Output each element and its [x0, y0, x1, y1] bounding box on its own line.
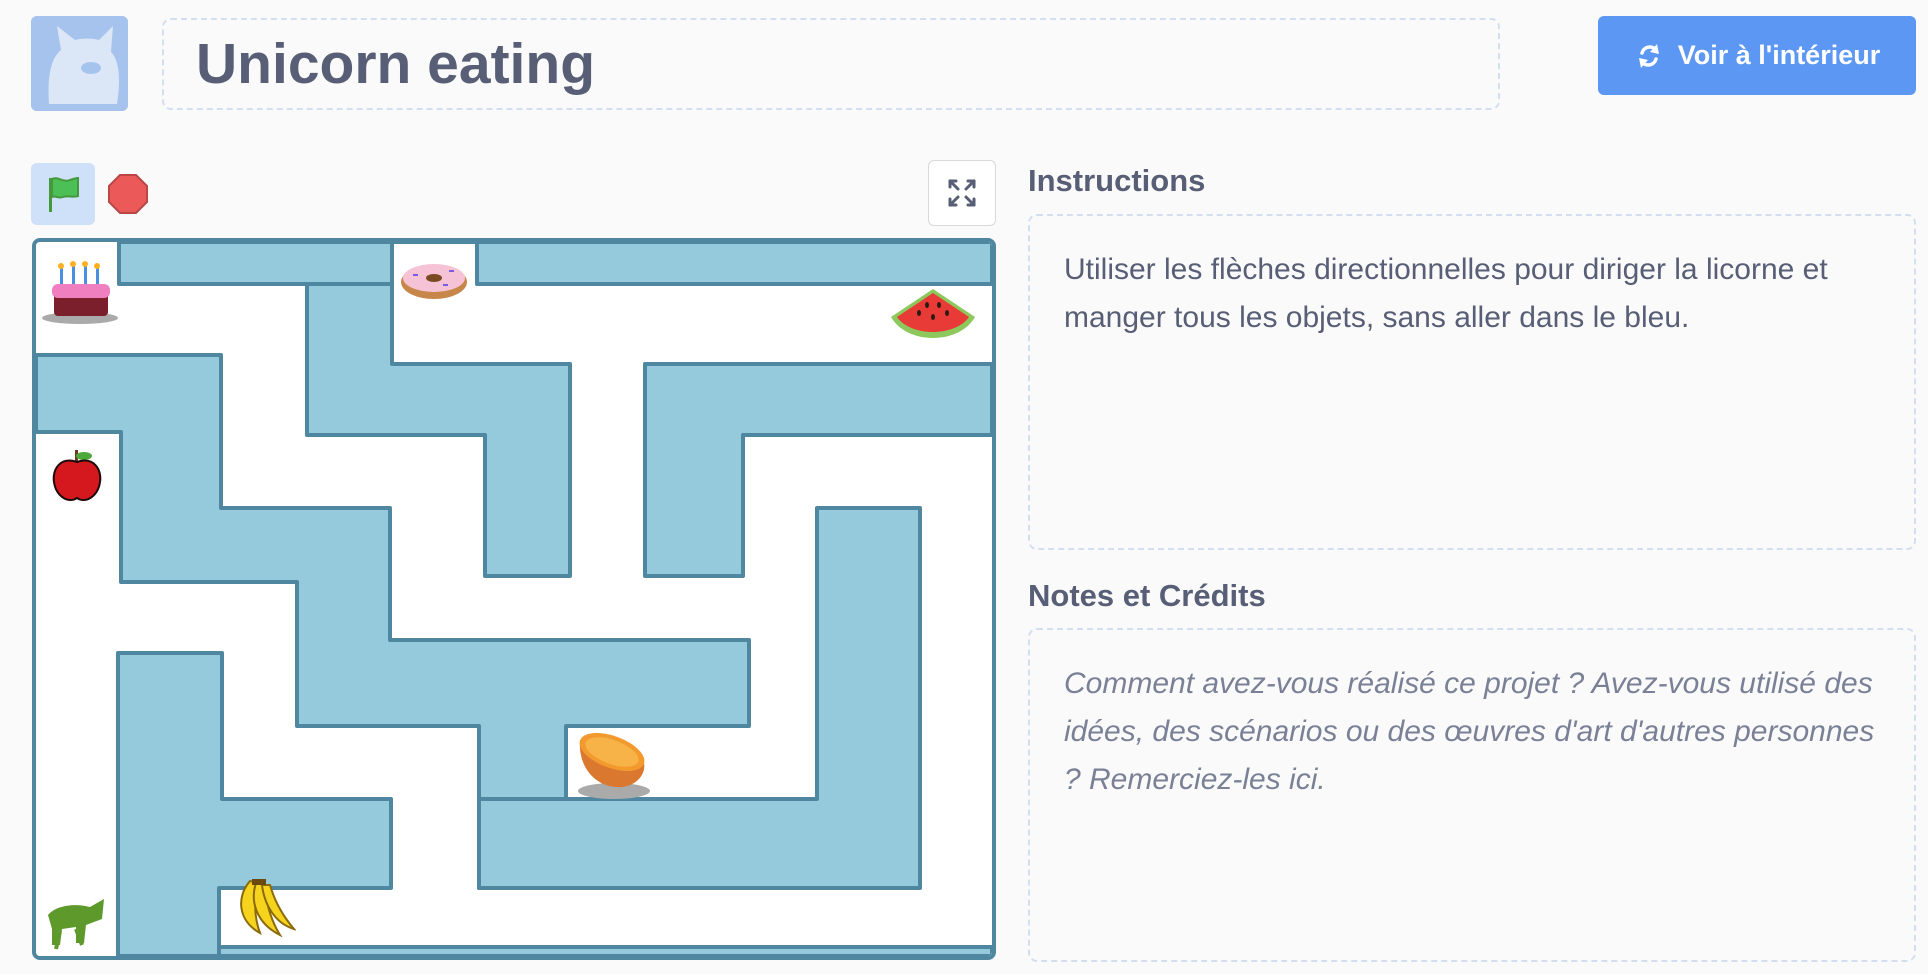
apple-sprite: [52, 450, 102, 501]
unicorn-sprite: [46, 885, 106, 953]
donut-sprite: [401, 264, 467, 299]
project-title-field[interactable]: Unicorn eating: [162, 18, 1500, 110]
see-inside-button[interactable]: Voir à l'intérieur: [1598, 16, 1916, 95]
watermelon-sprite: [891, 289, 975, 338]
fullscreen-icon: [948, 179, 976, 207]
instructions-text: Utiliser les flèches directionnelles pou…: [1064, 253, 1828, 334]
cake-sprite: [42, 261, 118, 324]
instructions-heading: Instructions: [1028, 163, 1206, 198]
stop-button[interactable]: [106, 172, 150, 216]
project-title: Unicorn eating: [196, 32, 596, 96]
notes-placeholder: Comment avez-vous réalisé ce projet ? Av…: [1064, 667, 1875, 796]
notes-heading: Notes et Crédits: [1028, 578, 1266, 613]
see-inside-label: Voir à l'intérieur: [1677, 40, 1881, 70]
avatar[interactable]: [31, 16, 128, 111]
orange-sprite: [578, 733, 650, 799]
green-flag-icon: [49, 176, 79, 212]
project-stage[interactable]: [32, 238, 996, 960]
notes-textarea[interactable]: Comment avez-vous réalisé ce projet ? Av…: [1028, 628, 1916, 962]
green-flag-button[interactable]: [31, 163, 95, 225]
stop-icon: [108, 174, 148, 214]
instructions-textarea[interactable]: Utiliser les flèches directionnelles pou…: [1028, 214, 1916, 550]
cat-silhouette-icon: [31, 16, 128, 111]
banana-sprite: [240, 879, 296, 938]
fullscreen-button[interactable]: [928, 160, 996, 226]
remix-arrows-icon: [1638, 43, 1659, 68]
maze-backdrop: [36, 242, 992, 956]
